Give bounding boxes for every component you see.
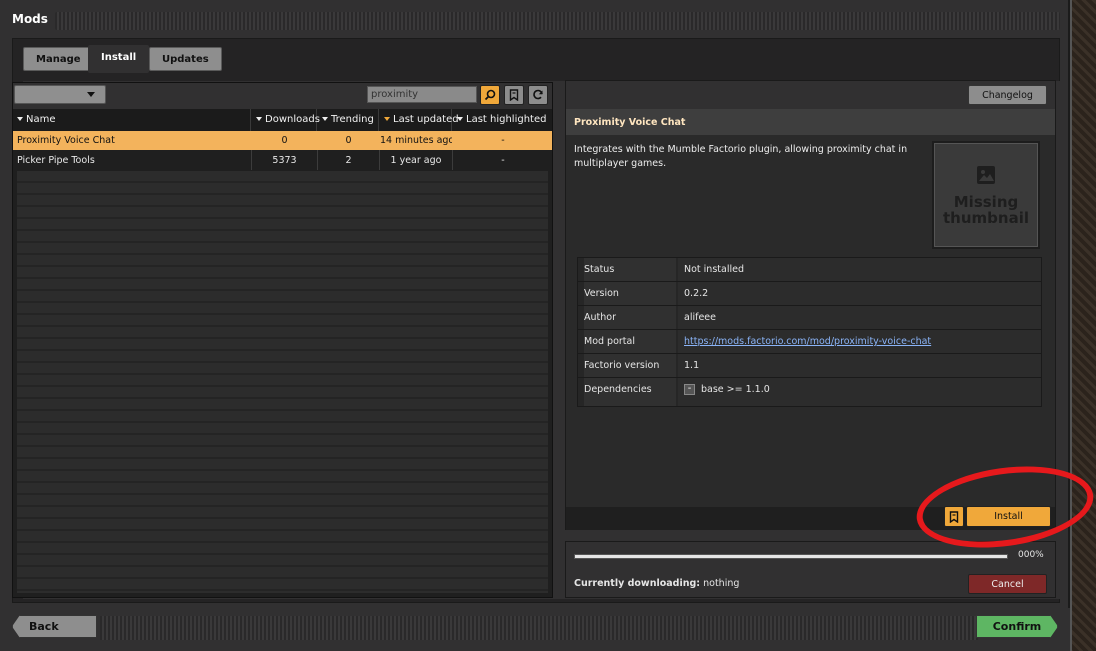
search-icon [484, 89, 496, 101]
window-title: Mods [12, 12, 48, 26]
cancel-button[interactable]: Cancel [968, 574, 1047, 594]
info-value: - base >= 1.1.0 [678, 378, 1041, 406]
info-row-author: Author alifeee [578, 306, 1041, 330]
sort-triangle-icon [457, 117, 463, 121]
column-header-label: Name [26, 114, 56, 125]
filter-dropdown[interactable] [14, 85, 106, 104]
info-value: 0.2.2 [678, 282, 1041, 305]
mod-name-cell: Picker Pipe Tools [17, 155, 95, 166]
changelog-button[interactable]: Changelog [968, 85, 1047, 105]
missing-thumbnail-text: Missing thumbnail [943, 193, 1029, 227]
table-row[interactable]: Picker Pipe Tools 5373 2 1 year ago - [13, 151, 552, 170]
trending-cell: 2 [345, 155, 352, 166]
column-header-label: Trending [331, 114, 374, 125]
download-panel: 000% Currently downloading: nothing Canc… [565, 541, 1056, 598]
bottom-bar: Back Confirm [0, 608, 1070, 651]
bookmark-icon [949, 510, 959, 523]
tab-install[interactable]: Install [88, 45, 150, 73]
column-header-downloads[interactable]: Downloads [252, 109, 320, 131]
tab-manage[interactable]: Manage [23, 47, 94, 71]
download-status-value: nothing [703, 578, 740, 589]
tab-updates[interactable]: Updates [149, 47, 222, 71]
column-header-label: Last updated [393, 114, 459, 125]
column-header-trending[interactable]: Trending [318, 109, 379, 131]
info-row-dependencies: Dependencies - base >= 1.1.0 [578, 378, 1041, 406]
downloads-cell: 5373 [272, 155, 297, 166]
empty-list-area [17, 171, 548, 593]
mod-list-panel: Name Downloads Trending Last updated Las… [12, 82, 553, 598]
last-updated-cell: 1 year ago [390, 155, 442, 166]
trending-cell: 0 [345, 135, 352, 146]
title-bar: Mods [0, 0, 1070, 40]
info-row-status: Status Not installed [578, 258, 1041, 282]
mod-description: Integrates with the Mumble Factorio plug… [574, 144, 908, 169]
refresh-icon [533, 89, 543, 100]
info-key: Status [584, 258, 676, 281]
sort-triangle-icon [256, 117, 262, 121]
bookmark-icon [509, 89, 519, 101]
refresh-button[interactable] [528, 85, 548, 105]
install-button[interactable]: Install [966, 506, 1051, 527]
mods-window: Mods Manage Install Updates Name D [0, 0, 1070, 651]
download-status-label: Currently downloading: [574, 578, 701, 589]
info-key: Author [584, 306, 676, 329]
info-value: Not installed [678, 258, 1041, 281]
column-header-label: Downloads [265, 114, 320, 125]
info-key: Dependencies [584, 378, 676, 406]
mod-title: Proximity Voice Chat [574, 117, 686, 128]
info-value: https://mods.factorio.com/mod/proximity-… [678, 330, 1041, 353]
sort-triangle-icon [17, 117, 23, 121]
dependency-text: base >= 1.1.0 [701, 384, 770, 395]
column-header-name[interactable]: Name [13, 109, 251, 131]
mod-thumbnail: Missing thumbnail [932, 141, 1040, 249]
info-key: Mod portal [584, 330, 676, 353]
collapse-icon[interactable]: - [684, 384, 695, 395]
mod-portal-link[interactable]: https://mods.factorio.com/mod/proximity-… [684, 336, 931, 347]
mod-info-table: Status Not installed Version 0.2.2 Autho… [577, 257, 1042, 407]
bottom-drag-handle[interactable] [100, 616, 978, 640]
mod-details-panel: Changelog Proximity Voice Chat Integrate… [565, 80, 1056, 530]
mod-list-toolbar [13, 83, 552, 109]
sort-triangle-icon [384, 117, 390, 121]
bookmark-filter-button[interactable] [504, 85, 524, 105]
back-button[interactable]: Back [12, 615, 97, 638]
download-status: Currently downloading: nothing [574, 578, 739, 589]
info-row-factorio-version: Factorio version 1.1 [578, 354, 1041, 378]
table-row[interactable]: Proximity Voice Chat 0 0 14 minutes ago … [13, 131, 552, 150]
confirm-button[interactable]: Confirm [976, 615, 1058, 638]
info-row-version: Version 0.2.2 [578, 282, 1041, 306]
sort-triangle-icon [322, 117, 328, 121]
table-header: Name Downloads Trending Last updated Las… [13, 109, 552, 131]
download-progress-text: 000% [1018, 550, 1044, 560]
downloads-cell: 0 [281, 135, 288, 146]
title-drag-handle[interactable] [55, 12, 1060, 30]
search-button[interactable] [480, 85, 500, 105]
column-header-last-highlighted[interactable]: Last highlighted [453, 109, 553, 131]
info-key: Factorio version [584, 354, 676, 377]
info-row-mod-portal: Mod portal https://mods.factorio.com/mod… [578, 330, 1041, 354]
info-key: Version [584, 282, 676, 305]
download-progress-bar [574, 554, 1008, 559]
column-header-last-updated[interactable]: Last updated [380, 109, 459, 131]
mod-name-cell: Proximity Voice Chat [17, 135, 115, 146]
last-highlighted-cell: - [501, 155, 505, 166]
info-value: 1.1 [678, 354, 1041, 377]
image-icon [977, 166, 995, 184]
column-header-label: Last highlighted [466, 114, 547, 125]
search-input[interactable] [367, 86, 477, 103]
last-highlighted-cell: - [501, 135, 505, 146]
chevron-down-icon [87, 92, 95, 97]
bookmark-button[interactable] [944, 506, 964, 527]
info-value: alifeee [678, 306, 1041, 329]
last-updated-cell: 14 minutes ago [380, 135, 452, 146]
